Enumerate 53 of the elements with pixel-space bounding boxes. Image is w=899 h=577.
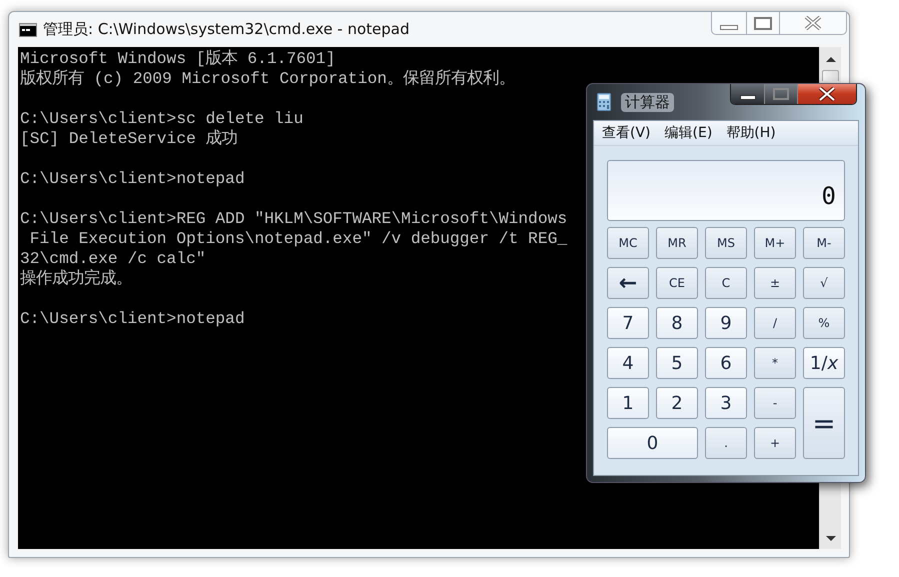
calculator-key[interactable]: - [754,387,796,419]
calculator-key[interactable]: + [754,427,796,459]
close-button[interactable] [798,84,856,104]
console-text: C:\Users\client>sc delete liu [20,109,304,129]
calculator-key[interactable]: 4 [607,347,649,379]
console-text: C:\Users\client>REG ADD "HKLM\SOFTWARE\Microsoft\Windows [20,209,568,229]
calculator-key[interactable]: M- [803,227,845,259]
calculator-key[interactable]: . [705,427,747,459]
calculator-key[interactable]: MC [607,227,649,259]
calculator-key[interactable]: * [754,347,796,379]
calculator-key[interactable]: 8 [656,307,698,339]
calculator-key[interactable]: / [754,307,796,339]
calculator-key[interactable]: = [803,387,845,459]
calculator-key[interactable]: MS [705,227,747,259]
calculator-key[interactable]: 1/x [803,347,845,379]
menu-item[interactable]: 编辑(E) [664,124,712,142]
minimize-button[interactable] [731,84,765,104]
calculator-key[interactable]: 9 [705,307,747,339]
calculator-key[interactable]: 6 [705,347,747,379]
window-title: 计算器 [621,92,674,112]
calculator-key[interactable]: C [705,267,747,299]
close-icon [802,16,824,30]
calculator-key[interactable]: 7 [607,307,649,339]
console-text: C:\Users\client>notepad [20,309,245,329]
scroll-up-icon[interactable] [826,57,836,62]
menu-item[interactable]: 查看(V) [602,124,651,142]
calculator-key[interactable]: 1 [607,387,649,419]
calculator-key[interactable]: M+ [754,227,796,259]
window-title: 管理员: C:\Windows\system32\cmd.exe - notepad [43,20,410,39]
console-text: File Execution Options\notepad.exe" /v debugger /t REG_ [28,229,568,249]
calculator-icon [597,93,611,111]
console-text: Microsoft Windows [版本 6.1.7601] [20,49,336,69]
console-text: 操作成功完成。 [20,269,132,289]
console-text: 版权所有 (c) 2009 Microsoft Corporation。保留所有权利。 [20,69,515,89]
console-text: C:\Users\client>notepad [20,169,245,189]
console-icon [19,22,37,36]
calculator-key[interactable]: 5 [656,347,698,379]
calculator-key[interactable]: ± [754,267,796,299]
calculator-key[interactable]: √ [803,267,845,299]
scroll-down-icon[interactable] [826,536,836,541]
menu-item[interactable]: 帮助(H) [726,124,776,142]
display-value: 0 [822,182,836,210]
close-icon [816,87,838,101]
calculator-key[interactable]: 3 [705,387,747,419]
calculator-key[interactable]: 2 [656,387,698,419]
scroll-thumb[interactable] [822,70,839,81]
calculator-key[interactable]: CE [656,267,698,299]
calculator-key[interactable]: MR [656,227,698,259]
calculator-key[interactable]: % [803,307,845,339]
calculator-key[interactable]: ← [607,267,649,299]
calculator-key[interactable]: 0 [607,427,698,459]
console-text: 32\cmd.exe /c calc" [20,249,206,269]
console-text: [SC] DeleteService 成功 [20,129,238,149]
